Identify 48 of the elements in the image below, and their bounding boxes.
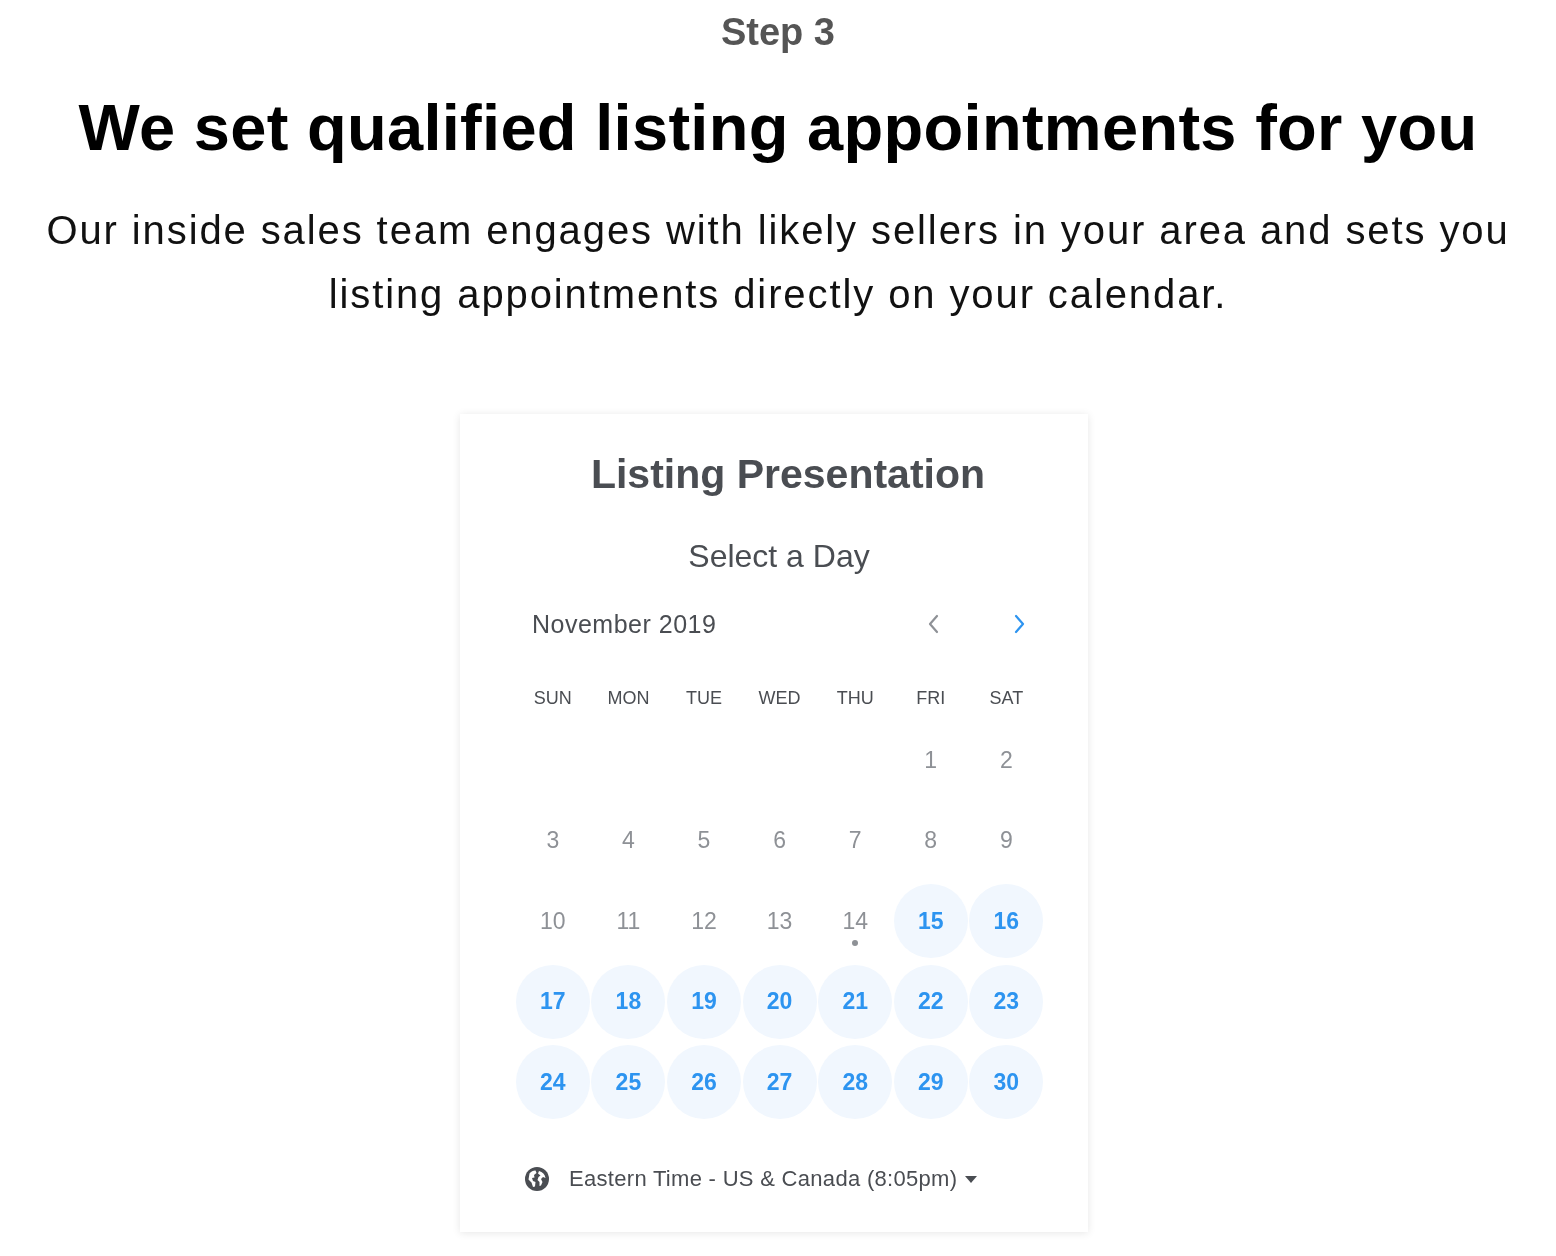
day-button[interactable]: 19 <box>667 964 741 1039</box>
timezone-dropdown[interactable]: Eastern Time - US & Canada (8:05pm) <box>525 1164 978 1194</box>
day-label: 5 <box>697 827 711 854</box>
day-label: 4 <box>622 827 635 854</box>
day-button[interactable]: 20 <box>742 964 817 1039</box>
page-headline: We set qualified listing appointments for you <box>78 90 1478 166</box>
day-label: 14 <box>842 907 868 935</box>
day-button[interactable]: 25 <box>591 1045 666 1119</box>
day-label: 13 <box>766 907 793 935</box>
day-label: 8 <box>924 827 938 854</box>
globe-icon <box>525 1167 549 1191</box>
day-button[interactable]: 28 <box>818 1045 893 1119</box>
chevron-right-icon <box>1012 614 1026 634</box>
day-button[interactable]: 22 <box>893 964 968 1039</box>
day-button[interactable]: 24 <box>515 1045 590 1119</box>
page-description: Our inside sales team engages with likely sellers in your area and sets you listing appointments directly on your calendar. <box>45 207 1511 318</box>
day-label: 2 <box>999 746 1013 774</box>
weekday-label: FRI <box>915 687 947 709</box>
caret-down-icon <box>965 1175 978 1183</box>
day-label: 12 <box>691 907 717 935</box>
day-button[interactable]: 27 <box>742 1045 817 1119</box>
day-button[interactable]: 30 <box>969 1045 1044 1119</box>
step-label: Step 3 <box>720 10 835 54</box>
day-button[interactable]: 15 <box>893 884 968 958</box>
day-button[interactable]: 29 <box>893 1045 968 1119</box>
day-label: 11 <box>616 907 641 935</box>
day-label: 3 <box>546 827 560 854</box>
event-title: Listing Presentation <box>589 450 987 499</box>
day-label: 9 <box>999 827 1013 854</box>
weekday-label: TUE <box>685 687 723 709</box>
day-button[interactable]: 21 <box>818 964 893 1039</box>
day-label: 1 <box>924 746 938 774</box>
weekday-label: THU <box>835 687 875 709</box>
day-button[interactable]: 17 <box>515 964 590 1039</box>
day-button[interactable]: 23 <box>969 964 1044 1039</box>
day-button[interactable]: 16 <box>969 884 1044 958</box>
day-button[interactable]: 26 <box>667 1045 741 1119</box>
day-label: 7 <box>848 827 862 854</box>
month-label: November 2019 <box>532 609 718 639</box>
section-heading: Select a Day <box>687 537 871 576</box>
weekday-label: SAT <box>988 687 1025 709</box>
day-label: 10 <box>540 907 566 935</box>
day-button[interactable]: 18 <box>591 964 666 1039</box>
weekday-label: SUN <box>532 687 573 709</box>
weekday-label: WED <box>757 687 802 709</box>
chevron-left-icon <box>926 614 940 634</box>
day-label: 6 <box>773 827 786 854</box>
weekday-label: MON <box>606 687 651 709</box>
